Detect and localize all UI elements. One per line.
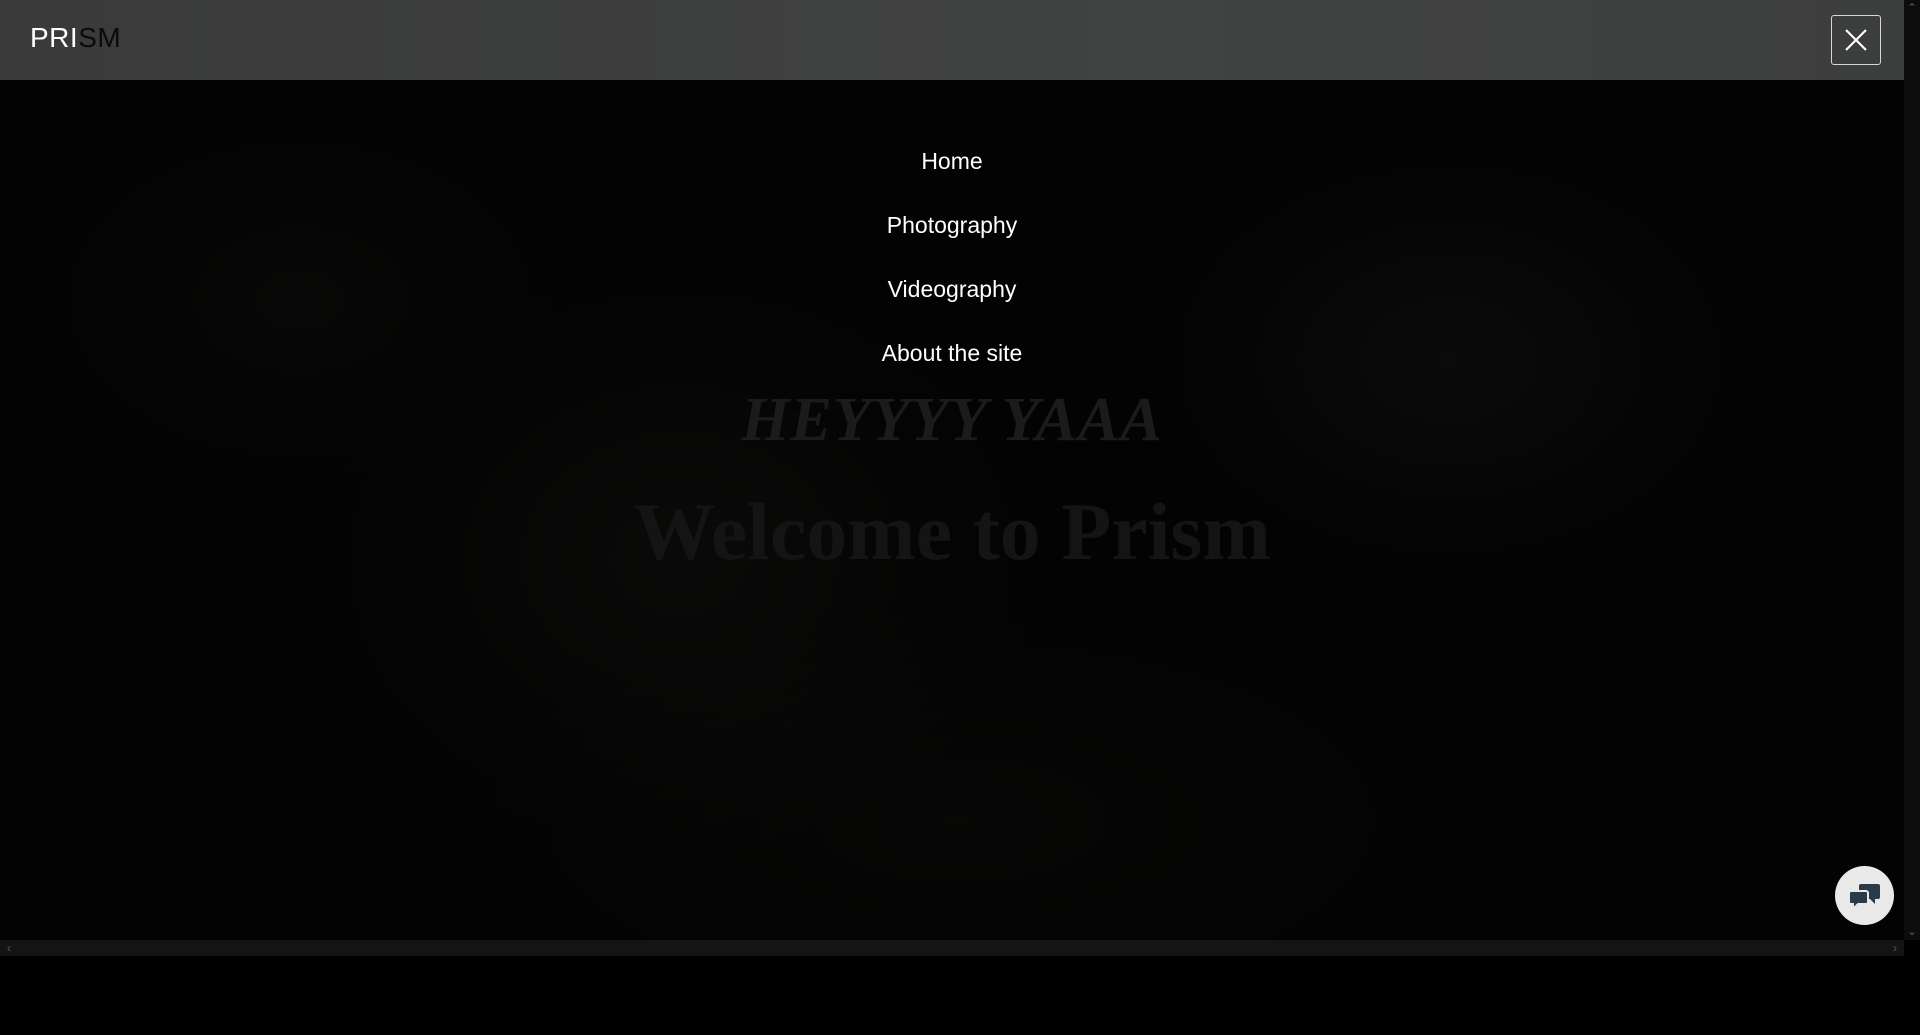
menu-item-home[interactable]: Home [0,148,1904,175]
close-icon [1845,29,1867,51]
logo-text-part1: PRI [30,22,79,53]
menu-item-about[interactable]: About the site [0,340,1904,367]
chat-button[interactable] [1835,866,1894,925]
logo-text-part2: SM [78,22,122,53]
site-logo[interactable]: PRISM [30,22,121,54]
menu-item-photography[interactable]: Photography [0,212,1904,239]
close-menu-button[interactable] [1831,15,1881,65]
scroll-up-icon[interactable]: ⌃ [1905,2,1919,14]
menu-item-videography[interactable]: Videography [0,276,1904,303]
hero-title: Welcome to Prism [633,486,1271,577]
browser-viewport: HEYYYY YAAA Welcome to Prism PRISM Home … [0,0,1920,1035]
scroll-down-icon[interactable]: ⌄ [1905,925,1919,937]
horizontal-scrollbar[interactable]: ‹ › [0,940,1904,956]
hero-subtitle: HEYYYY YAAA [741,386,1163,454]
vertical-scrollbar[interactable]: ⌃ ⌄ [1904,0,1920,940]
scroll-left-icon[interactable]: ‹ [2,942,16,954]
nav-menu-overlay: Home Photography Videography About the s… [0,80,1904,380]
scroll-right-icon[interactable]: › [1888,942,1902,954]
chat-bubbles-icon [1849,884,1880,910]
top-header: PRISM [0,0,1920,80]
